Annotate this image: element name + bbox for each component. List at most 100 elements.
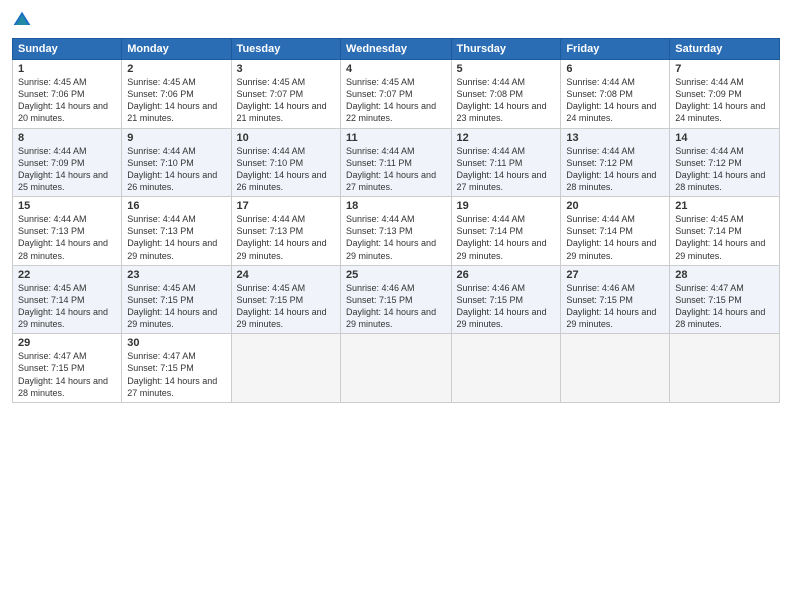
calendar-cell	[451, 334, 561, 403]
day-number: 14	[675, 132, 774, 144]
day-number: 28	[675, 269, 774, 281]
day-number: 2	[127, 63, 225, 75]
day-info: Sunrise: 4:45 AMSunset: 7:14 PMDaylight:…	[18, 283, 108, 329]
day-info: Sunrise: 4:44 AMSunset: 7:11 PMDaylight:…	[457, 146, 547, 192]
day-info: Sunrise: 4:44 AMSunset: 7:11 PMDaylight:…	[346, 146, 436, 192]
day-info: Sunrise: 4:44 AMSunset: 7:12 PMDaylight:…	[675, 146, 765, 192]
day-number: 18	[346, 200, 446, 212]
day-number: 20	[566, 200, 664, 212]
day-number: 8	[18, 132, 116, 144]
day-number: 4	[346, 63, 446, 75]
calendar-cell: 17 Sunrise: 4:44 AMSunset: 7:13 PMDaylig…	[231, 197, 340, 266]
calendar-header-saturday: Saturday	[670, 39, 780, 60]
day-info: Sunrise: 4:45 AMSunset: 7:07 PMDaylight:…	[237, 77, 327, 123]
day-info: Sunrise: 4:44 AMSunset: 7:08 PMDaylight:…	[457, 77, 547, 123]
day-info: Sunrise: 4:45 AMSunset: 7:15 PMDaylight:…	[127, 283, 217, 329]
calendar-cell: 19 Sunrise: 4:44 AMSunset: 7:14 PMDaylig…	[451, 197, 561, 266]
calendar-header-sunday: Sunday	[13, 39, 122, 60]
day-number: 24	[237, 269, 335, 281]
calendar-cell	[561, 334, 670, 403]
calendar-cell: 24 Sunrise: 4:45 AMSunset: 7:15 PMDaylig…	[231, 265, 340, 334]
calendar-cell: 2 Sunrise: 4:45 AMSunset: 7:06 PMDayligh…	[122, 60, 231, 129]
day-info: Sunrise: 4:44 AMSunset: 7:10 PMDaylight:…	[237, 146, 327, 192]
day-number: 26	[457, 269, 556, 281]
calendar-cell: 12 Sunrise: 4:44 AMSunset: 7:11 PMDaylig…	[451, 128, 561, 197]
day-info: Sunrise: 4:44 AMSunset: 7:12 PMDaylight:…	[566, 146, 656, 192]
day-info: Sunrise: 4:44 AMSunset: 7:13 PMDaylight:…	[127, 214, 217, 260]
day-number: 23	[127, 269, 225, 281]
calendar-header-row: SundayMondayTuesdayWednesdayThursdayFrid…	[13, 39, 780, 60]
day-info: Sunrise: 4:44 AMSunset: 7:09 PMDaylight:…	[18, 146, 108, 192]
day-info: Sunrise: 4:46 AMSunset: 7:15 PMDaylight:…	[346, 283, 436, 329]
day-number: 29	[18, 337, 116, 349]
calendar-cell: 29 Sunrise: 4:47 AMSunset: 7:15 PMDaylig…	[13, 334, 122, 403]
day-number: 30	[127, 337, 225, 349]
logo	[12, 10, 36, 30]
calendar-cell: 25 Sunrise: 4:46 AMSunset: 7:15 PMDaylig…	[341, 265, 452, 334]
calendar-cell: 8 Sunrise: 4:44 AMSunset: 7:09 PMDayligh…	[13, 128, 122, 197]
day-number: 12	[457, 132, 556, 144]
day-info: Sunrise: 4:44 AMSunset: 7:14 PMDaylight:…	[566, 214, 656, 260]
calendar-cell	[341, 334, 452, 403]
day-info: Sunrise: 4:44 AMSunset: 7:14 PMDaylight:…	[457, 214, 547, 260]
day-info: Sunrise: 4:46 AMSunset: 7:15 PMDaylight:…	[566, 283, 656, 329]
calendar-cell: 15 Sunrise: 4:44 AMSunset: 7:13 PMDaylig…	[13, 197, 122, 266]
day-number: 15	[18, 200, 116, 212]
calendar-cell: 30 Sunrise: 4:47 AMSunset: 7:15 PMDaylig…	[122, 334, 231, 403]
calendar-cell: 22 Sunrise: 4:45 AMSunset: 7:14 PMDaylig…	[13, 265, 122, 334]
day-info: Sunrise: 4:44 AMSunset: 7:13 PMDaylight:…	[346, 214, 436, 260]
header	[12, 10, 780, 30]
calendar-week-5: 29 Sunrise: 4:47 AMSunset: 7:15 PMDaylig…	[13, 334, 780, 403]
calendar-cell: 4 Sunrise: 4:45 AMSunset: 7:07 PMDayligh…	[341, 60, 452, 129]
calendar-cell: 7 Sunrise: 4:44 AMSunset: 7:09 PMDayligh…	[670, 60, 780, 129]
calendar-cell: 16 Sunrise: 4:44 AMSunset: 7:13 PMDaylig…	[122, 197, 231, 266]
day-info: Sunrise: 4:47 AMSunset: 7:15 PMDaylight:…	[675, 283, 765, 329]
calendar-body: 1 Sunrise: 4:45 AMSunset: 7:06 PMDayligh…	[13, 60, 780, 403]
logo-icon	[12, 10, 32, 30]
day-info: Sunrise: 4:47 AMSunset: 7:15 PMDaylight:…	[127, 351, 217, 397]
day-info: Sunrise: 4:45 AMSunset: 7:15 PMDaylight:…	[237, 283, 327, 329]
day-number: 16	[127, 200, 225, 212]
calendar-cell: 26 Sunrise: 4:46 AMSunset: 7:15 PMDaylig…	[451, 265, 561, 334]
calendar-cell	[231, 334, 340, 403]
day-number: 10	[237, 132, 335, 144]
day-number: 19	[457, 200, 556, 212]
calendar-cell: 20 Sunrise: 4:44 AMSunset: 7:14 PMDaylig…	[561, 197, 670, 266]
calendar-week-3: 15 Sunrise: 4:44 AMSunset: 7:13 PMDaylig…	[13, 197, 780, 266]
day-info: Sunrise: 4:44 AMSunset: 7:08 PMDaylight:…	[566, 77, 656, 123]
day-info: Sunrise: 4:46 AMSunset: 7:15 PMDaylight:…	[457, 283, 547, 329]
calendar-cell: 10 Sunrise: 4:44 AMSunset: 7:10 PMDaylig…	[231, 128, 340, 197]
day-info: Sunrise: 4:45 AMSunset: 7:06 PMDaylight:…	[127, 77, 217, 123]
calendar-cell: 5 Sunrise: 4:44 AMSunset: 7:08 PMDayligh…	[451, 60, 561, 129]
calendar-cell: 11 Sunrise: 4:44 AMSunset: 7:11 PMDaylig…	[341, 128, 452, 197]
day-number: 17	[237, 200, 335, 212]
calendar-header-thursday: Thursday	[451, 39, 561, 60]
calendar-week-4: 22 Sunrise: 4:45 AMSunset: 7:14 PMDaylig…	[13, 265, 780, 334]
calendar-cell: 18 Sunrise: 4:44 AMSunset: 7:13 PMDaylig…	[341, 197, 452, 266]
calendar-header-tuesday: Tuesday	[231, 39, 340, 60]
calendar-cell: 21 Sunrise: 4:45 AMSunset: 7:14 PMDaylig…	[670, 197, 780, 266]
calendar-header-wednesday: Wednesday	[341, 39, 452, 60]
calendar: SundayMondayTuesdayWednesdayThursdayFrid…	[12, 38, 780, 403]
day-info: Sunrise: 4:44 AMSunset: 7:13 PMDaylight:…	[18, 214, 108, 260]
day-number: 25	[346, 269, 446, 281]
calendar-week-2: 8 Sunrise: 4:44 AMSunset: 7:09 PMDayligh…	[13, 128, 780, 197]
day-info: Sunrise: 4:44 AMSunset: 7:09 PMDaylight:…	[675, 77, 765, 123]
day-number: 13	[566, 132, 664, 144]
day-number: 22	[18, 269, 116, 281]
day-info: Sunrise: 4:44 AMSunset: 7:13 PMDaylight:…	[237, 214, 327, 260]
day-number: 6	[566, 63, 664, 75]
calendar-cell: 27 Sunrise: 4:46 AMSunset: 7:15 PMDaylig…	[561, 265, 670, 334]
page: SundayMondayTuesdayWednesdayThursdayFrid…	[0, 0, 792, 612]
calendar-header-friday: Friday	[561, 39, 670, 60]
calendar-cell: 9 Sunrise: 4:44 AMSunset: 7:10 PMDayligh…	[122, 128, 231, 197]
day-number: 11	[346, 132, 446, 144]
calendar-header-monday: Monday	[122, 39, 231, 60]
day-info: Sunrise: 4:44 AMSunset: 7:10 PMDaylight:…	[127, 146, 217, 192]
day-info: Sunrise: 4:45 AMSunset: 7:14 PMDaylight:…	[675, 214, 765, 260]
day-number: 9	[127, 132, 225, 144]
calendar-cell: 23 Sunrise: 4:45 AMSunset: 7:15 PMDaylig…	[122, 265, 231, 334]
calendar-cell: 13 Sunrise: 4:44 AMSunset: 7:12 PMDaylig…	[561, 128, 670, 197]
day-number: 3	[237, 63, 335, 75]
day-info: Sunrise: 4:45 AMSunset: 7:06 PMDaylight:…	[18, 77, 108, 123]
